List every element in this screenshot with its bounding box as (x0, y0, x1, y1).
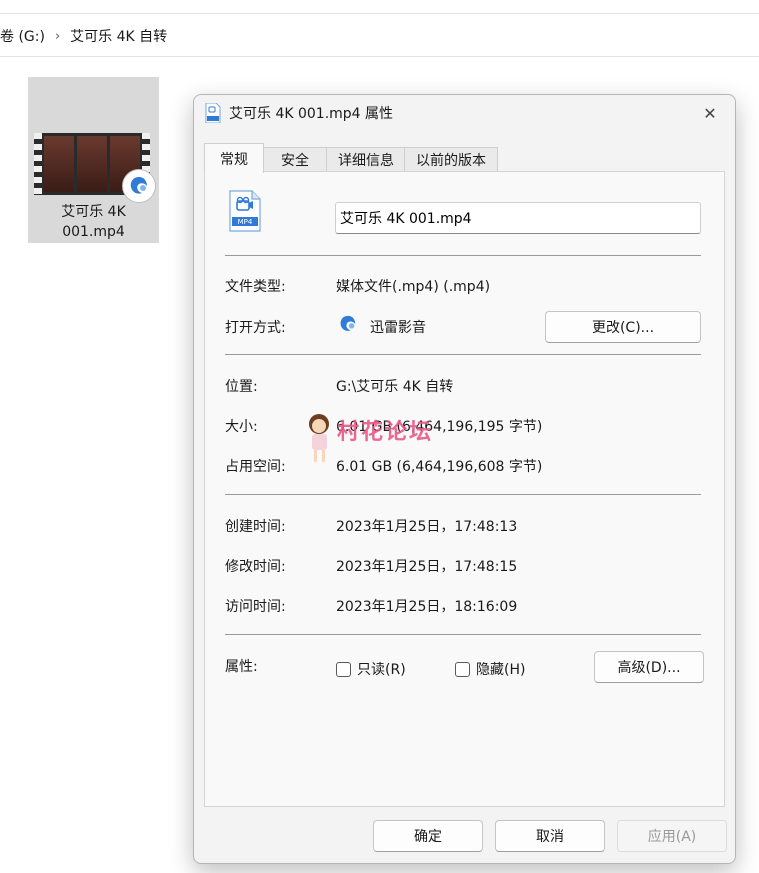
watermark-text: 村花论坛 (337, 420, 434, 445)
divider (225, 354, 701, 355)
accessed-label: 访问时间: (225, 599, 286, 615)
breadcrumb-folder[interactable]: 艾可乐 4K 自转 (70, 26, 167, 46)
divider (225, 634, 701, 635)
toolbar-divider (0, 13, 759, 14)
location-label: 位置: (225, 379, 258, 395)
mp4-icon-label: MP4 (238, 218, 253, 226)
xunlei-app-icon (122, 169, 156, 203)
opens-with-label: 打开方式: (225, 320, 286, 336)
type-label: 文件类型: (225, 279, 286, 295)
tab-security[interactable]: 安全 (262, 147, 328, 172)
watermark: 村花论坛 (305, 412, 455, 468)
checkbox-box[interactable] (336, 661, 351, 677)
divider (225, 494, 701, 495)
ok-button[interactable]: 确定 (373, 820, 483, 852)
tab-general[interactable]: 常规 (204, 143, 264, 173)
dialog-title: 艾可乐 4K 001.mp4 属性 (229, 106, 394, 122)
address-divider (0, 56, 759, 57)
chevron-right-icon: › (54, 28, 61, 44)
location-value: G:\艾可乐 4K 自转 (336, 379, 454, 395)
attributes-label: 属性: (225, 659, 258, 675)
readonly-label: 只读(R) (357, 662, 406, 678)
size-label: 大小: (225, 419, 258, 435)
tab-previous-versions[interactable]: 以前的版本 (404, 147, 498, 172)
apply-button[interactable]: 应用(A) (617, 820, 727, 852)
type-value: 媒体文件(.mp4) (.mp4) (336, 279, 491, 295)
filename-field[interactable] (335, 202, 701, 234)
checkbox-box[interactable] (455, 661, 470, 677)
opens-with-value: 迅雷影音 (370, 320, 426, 336)
properties-dialog: 艾可乐 4K 001.mp4 属性 ✕ 常规 安全 详细信息 以前的版本 MP4… (193, 94, 736, 864)
modified-label: 修改时间: (225, 559, 286, 575)
created-label: 创建时间: (225, 519, 286, 535)
file-name: 艾可乐 4K 001.mp4 (61, 204, 126, 240)
breadcrumb: 卷 (G:) › 艾可乐 4K 自转 (0, 26, 167, 46)
mp4-file-icon: MP4 (229, 190, 261, 232)
modified-value: 2023年1月25日，17:48:15 (336, 559, 518, 575)
divider (225, 255, 701, 256)
hidden-checkbox[interactable]: 隐藏(H) (455, 659, 525, 679)
accessed-value: 2023年1月25日，18:16:09 (336, 599, 518, 615)
file-item[interactable]: 艾可乐 4K 001.mp4 (28, 77, 159, 243)
readonly-checkbox[interactable]: 只读(R) (336, 659, 406, 679)
size-on-disk-label: 占用空间: (225, 459, 286, 475)
tab-details[interactable]: 详细信息 (326, 147, 406, 172)
hidden-label: 隐藏(H) (476, 662, 526, 678)
xunlei-app-icon (340, 315, 356, 331)
change-button[interactable]: 更改(C)... (545, 311, 701, 343)
general-panel (204, 171, 725, 807)
mp4-file-icon (205, 103, 221, 123)
advanced-button[interactable]: 高级(D)... (594, 651, 704, 683)
created-value: 2023年1月25日，17:48:13 (336, 519, 518, 535)
girl-mascot-icon (309, 414, 329, 462)
close-icon[interactable]: ✕ (699, 102, 721, 124)
cancel-button[interactable]: 取消 (495, 820, 605, 852)
breadcrumb-drive[interactable]: 卷 (G:) (0, 26, 45, 46)
